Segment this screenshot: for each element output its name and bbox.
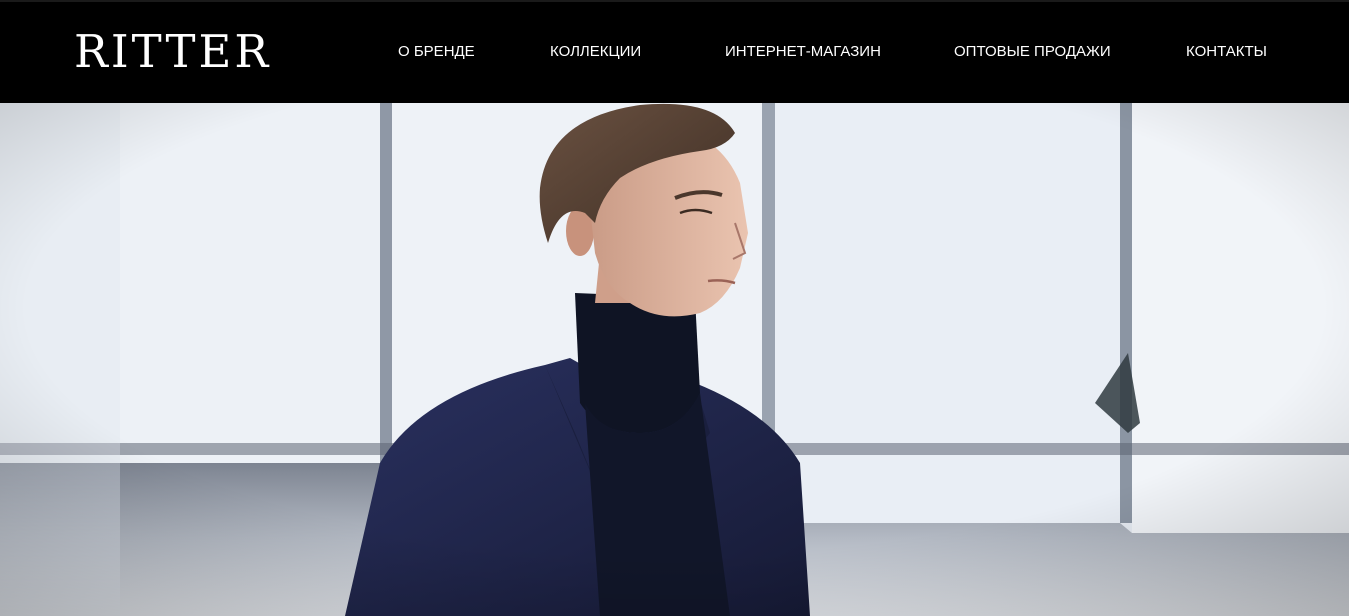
nav-item-about-brand[interactable]: О БРЕНДЕ	[398, 40, 475, 64]
nav-item-online-store[interactable]: ИНТЕРНЕТ-МАГАЗИН	[725, 40, 881, 64]
hero-image	[0, 103, 1349, 616]
main-nav: О БРЕНДЕ КОЛЛЕКЦИИ ИНТЕРНЕТ-МАГАЗИН ОПТО…	[0, 40, 1349, 64]
page: RITTER О БРЕНДЕ КОЛЛЕКЦИИ ИНТЕРНЕТ-МАГАЗ…	[0, 0, 1349, 616]
nav-item-collections[interactable]: КОЛЛЕКЦИИ	[550, 40, 641, 64]
nav-item-contacts[interactable]: КОНТАКТЫ	[1186, 40, 1267, 64]
nav-item-wholesale[interactable]: ОПТОВЫЕ ПРОДАЖИ	[954, 40, 1111, 64]
site-header: RITTER О БРЕНДЕ КОЛЛЕКЦИИ ИНТЕРНЕТ-МАГАЗ…	[0, 0, 1349, 103]
hero-banner	[0, 103, 1349, 616]
